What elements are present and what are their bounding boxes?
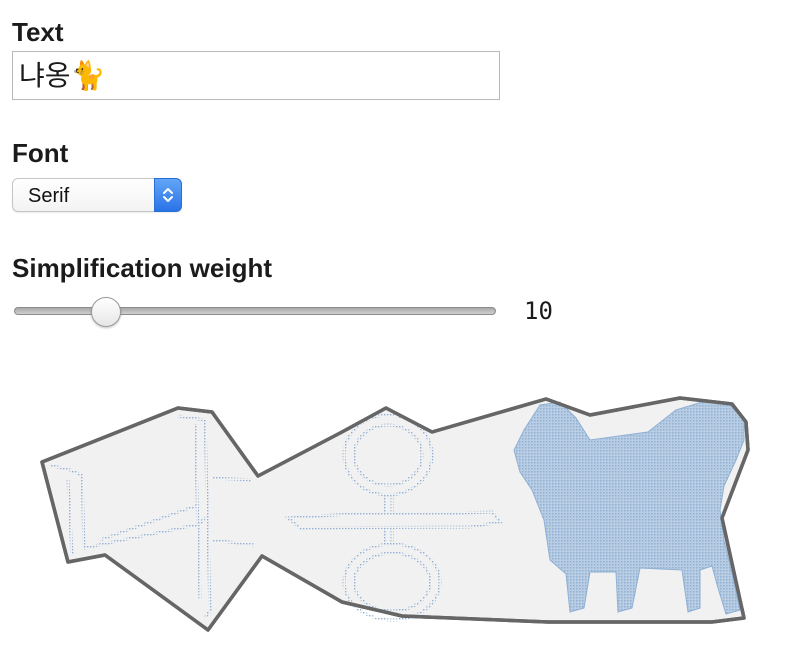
simplification-weight-value: 10 [524, 297, 553, 325]
font-label: Font [12, 138, 69, 168]
slider-track[interactable] [14, 307, 496, 315]
text-label: Text [12, 17, 64, 47]
font-select-value: Serif [28, 185, 70, 207]
font-select[interactable]: Serif [12, 178, 182, 212]
simplification-weight-label: Simplification weight [12, 253, 273, 283]
updown-arrows-icon [154, 178, 182, 212]
simplification-weight-slider[interactable] [14, 295, 496, 329]
text-input[interactable]: 냐옹🐈 [12, 51, 500, 100]
slider-thumb[interactable] [90, 297, 121, 327]
simplified-outline-preview [40, 396, 750, 632]
